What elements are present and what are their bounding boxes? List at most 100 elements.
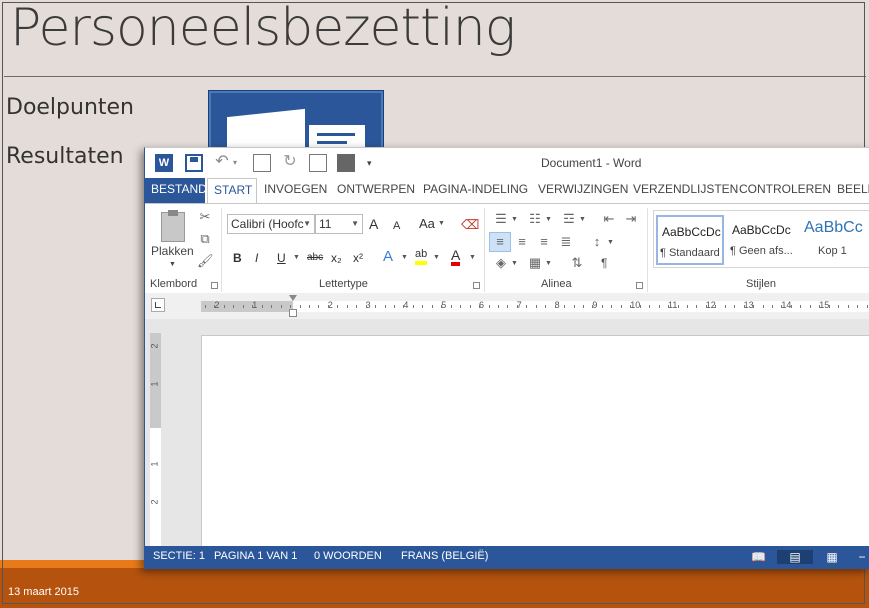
ruler-tick <box>639 305 641 308</box>
increase-indent-icon[interactable]: ⇥ <box>623 212 639 226</box>
read-mode-icon[interactable]: 📖 <box>751 550 766 564</box>
status-page[interactable]: PAGINA 1 VAN 1 <box>214 550 297 562</box>
numbering-icon[interactable]: ☷ <box>527 212 543 226</box>
font-launcher-icon[interactable] <box>473 282 480 289</box>
ruler-tick <box>280 305 282 308</box>
quick-access-toolbar: W ↶ ▾ ↻ ▾ Document1 - Word <box>145 148 869 178</box>
tab-pagina-indeling[interactable]: PAGINA-INDELING <box>417 178 534 204</box>
tab-ontwerpen[interactable]: ONTWERPEN <box>331 178 421 204</box>
cut-icon[interactable]: ✂ <box>197 210 213 224</box>
tab-controleren[interactable]: CONTROLEREN <box>733 178 837 204</box>
tab-verzendlijsten[interactable]: VERZENDLIJSTEN <box>627 178 744 204</box>
undo-icon[interactable]: ↶ <box>213 154 231 172</box>
clipboard-launcher-icon[interactable] <box>211 282 218 289</box>
status-section[interactable]: SECTIE: 1 <box>153 550 205 562</box>
tab-verwijzingen[interactable]: VERWIJZINGEN <box>532 178 634 204</box>
text-effects-button[interactable]: A <box>383 249 393 265</box>
format-painter-icon[interactable]: 🖌 <box>197 254 214 268</box>
justify-icon[interactable]: ≣ <box>558 235 574 249</box>
zoom-out-icon[interactable]: − <box>855 550 869 564</box>
ruler-tick <box>252 305 254 308</box>
font-color-button[interactable]: A <box>451 248 461 266</box>
clear-formatting-icon[interactable]: ⌫ <box>461 218 479 232</box>
tab-beeld[interactable]: BEELD <box>831 178 869 204</box>
underline-dropdown-icon[interactable]: ▼ <box>293 250 300 266</box>
highlight-dropdown-icon[interactable]: ▼ <box>433 250 440 266</box>
borders-dropdown-icon[interactable]: ▼ <box>545 256 552 272</box>
quick-print-icon[interactable] <box>337 154 355 172</box>
shading-icon[interactable]: ◈ <box>493 256 509 270</box>
ruler-tick <box>403 305 405 308</box>
document-page[interactable] <box>201 335 869 548</box>
web-layout-icon[interactable]: ▦ <box>825 550 839 564</box>
ruler-number: 14 <box>781 300 792 310</box>
paste-dropdown-icon[interactable]: ▼ <box>169 261 176 268</box>
change-case-dropdown-icon[interactable]: ▼ <box>438 216 445 232</box>
grow-font-button[interactable]: A <box>369 216 378 232</box>
paste-icon[interactable] <box>161 210 185 242</box>
font-size-combo[interactable]: 11 ▼ <box>315 214 363 234</box>
shading-dropdown-icon[interactable]: ▼ <box>511 256 518 272</box>
bold-button[interactable]: B <box>233 250 242 266</box>
superscript-button[interactable]: x² <box>353 250 363 266</box>
paste-button[interactable]: Plakken <box>151 244 194 258</box>
status-language[interactable]: FRANS (BELGIË) <box>401 550 488 562</box>
tab-selector-icon[interactable] <box>151 298 165 312</box>
text-effects-dropdown-icon[interactable]: ▼ <box>401 250 408 266</box>
tab-bestand[interactable]: BESTAND <box>145 178 207 204</box>
redo-icon[interactable]: ↻ <box>281 154 299 172</box>
subscript-button[interactable]: x₂ <box>331 250 342 266</box>
ruler-tick <box>677 305 679 308</box>
strikethrough-button[interactable]: abc <box>307 250 323 266</box>
style-kop-1[interactable]: AaBbCc Kop 1 <box>800 215 868 265</box>
underline-button[interactable]: U <box>277 250 286 266</box>
ruler-number: 15 <box>819 300 830 310</box>
multilevel-dropdown-icon[interactable]: ▼ <box>579 212 586 228</box>
vertical-ruler-number: 2 <box>149 343 160 349</box>
style-name: ¶ Standaard <box>660 247 720 259</box>
bullets-icon[interactable]: ☰ <box>493 212 509 226</box>
word-app-icon[interactable]: W <box>155 154 173 172</box>
numbering-dropdown-icon[interactable]: ▼ <box>545 212 552 228</box>
tab-invoegen[interactable]: INVOEGEN <box>258 178 333 204</box>
line-spacing-icon[interactable]: ↕ <box>589 235 605 249</box>
undo-dropdown-icon[interactable]: ▾ <box>233 154 251 172</box>
style-geen-afstand[interactable]: AaBbCcDc ¶ Geen afs... <box>728 215 796 265</box>
new-document-icon[interactable] <box>253 154 271 172</box>
status-word-count[interactable]: 0 WOORDEN <box>314 550 382 562</box>
chevron-down-icon: ▼ <box>351 219 359 228</box>
ruler-tick <box>847 305 849 308</box>
line-spacing-dropdown-icon[interactable]: ▼ <box>607 235 614 251</box>
ruler-tick <box>460 305 462 308</box>
align-right-icon[interactable]: ≡ <box>536 235 552 249</box>
first-line-indent-marker[interactable] <box>289 295 297 301</box>
bullets-dropdown-icon[interactable]: ▼ <box>511 212 518 228</box>
font-name-combo[interactable]: Calibri (Hoofc ▼ <box>227 214 315 234</box>
save-icon[interactable] <box>185 154 203 172</box>
show-formatting-button[interactable]: ¶ <box>601 255 607 271</box>
left-indent-marker[interactable] <box>289 309 297 317</box>
font-color-dropdown-icon[interactable]: ▼ <box>469 250 476 266</box>
change-case-button[interactable]: Aa <box>419 216 435 232</box>
customize-toolbar-icon[interactable]: ▾ <box>367 154 385 172</box>
copy-icon[interactable]: ⧉ <box>197 232 213 246</box>
vertical-ruler-number: 1 <box>149 381 160 387</box>
multilevel-list-icon[interactable]: ☲ <box>561 212 577 226</box>
align-left-icon[interactable]: ≡ <box>492 235 508 249</box>
paragraph-launcher-icon[interactable] <box>636 282 643 289</box>
horizontal-ruler[interactable]: 2 1 2 3 4 5 6 7 8 9 10 11 12 13 14 15 <box>145 293 869 320</box>
italic-button[interactable]: I <box>255 250 258 266</box>
word-window[interactable]: W ↶ ▾ ↻ ▾ Document1 - Word BESTAND START… <box>144 147 869 569</box>
align-center-icon[interactable]: ≡ <box>514 235 530 249</box>
tab-start[interactable]: START <box>207 178 257 205</box>
print-preview-icon[interactable] <box>309 154 327 172</box>
shrink-font-button[interactable]: A <box>393 218 400 234</box>
style-name: ¶ Geen afs... <box>730 245 793 257</box>
print-layout-icon[interactable]: ▤ <box>777 550 813 564</box>
borders-icon[interactable]: ▦ <box>527 256 543 270</box>
sort-icon[interactable]: ⇅ <box>569 256 585 270</box>
style-standaard[interactable]: AaBbCcDc ¶ Standaard <box>656 215 724 265</box>
decrease-indent-icon[interactable]: ⇤ <box>601 212 617 226</box>
ruler-tick <box>564 305 566 308</box>
highlight-button[interactable]: ab <box>415 248 428 265</box>
